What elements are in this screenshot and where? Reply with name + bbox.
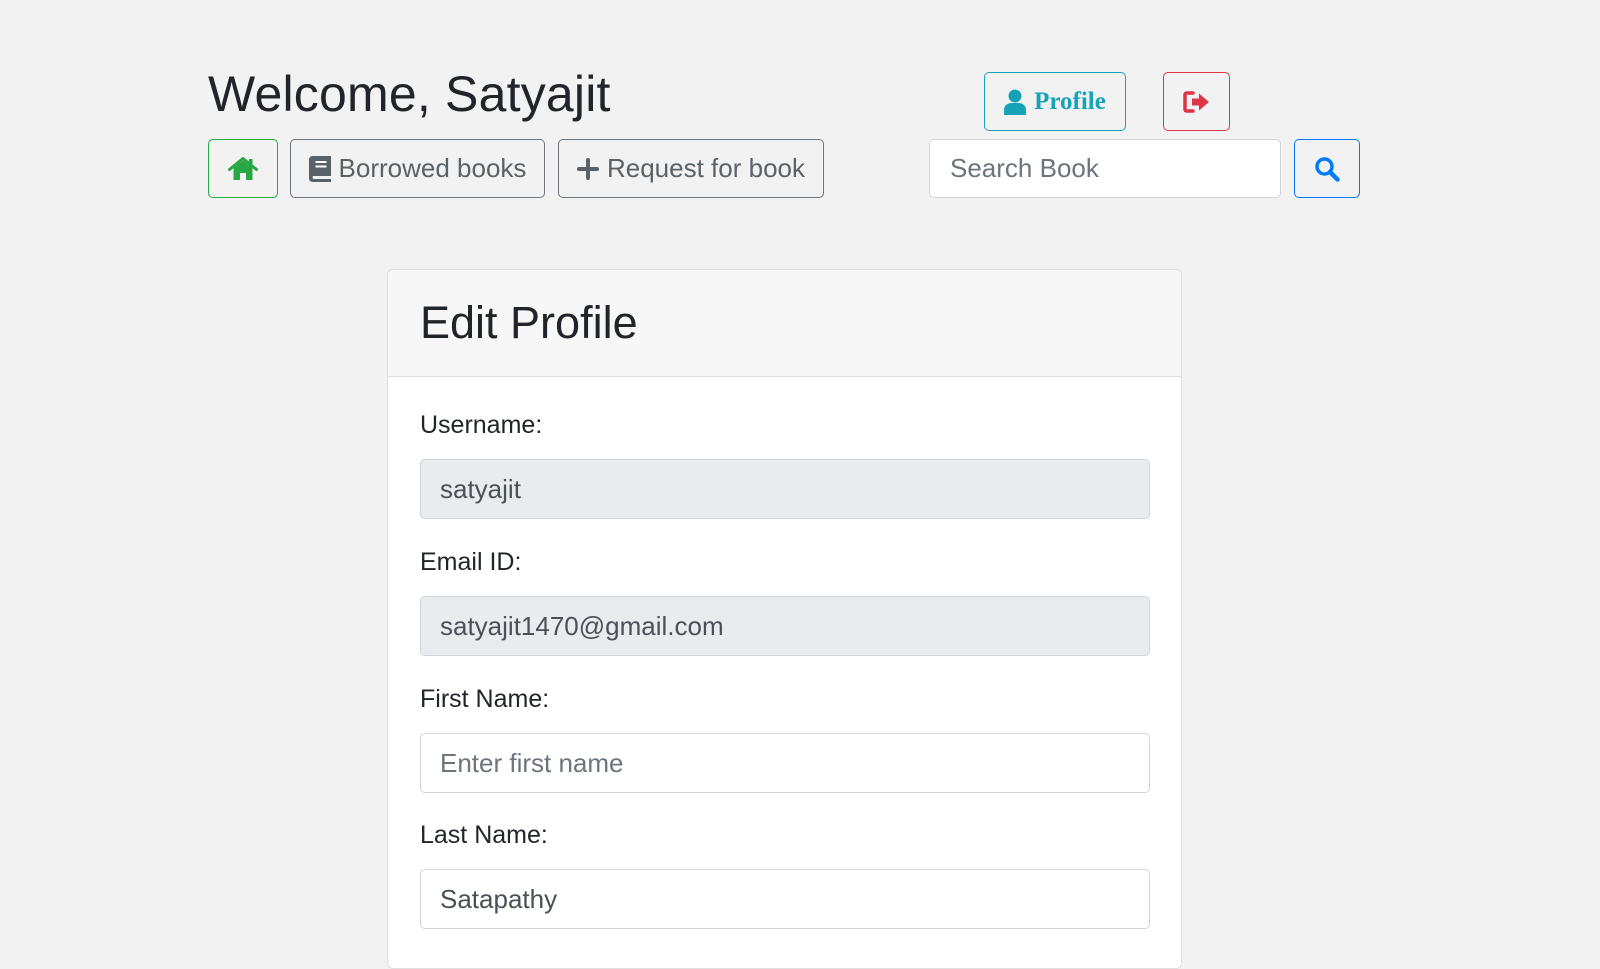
username-label: Username: (420, 411, 543, 439)
card-title: Edit Profile (420, 297, 638, 348)
home-button[interactable] (208, 139, 278, 198)
user-icon (1004, 89, 1027, 115)
sign-out-icon (1182, 90, 1211, 113)
profile-button-label: Profile (1034, 87, 1106, 115)
logout-button[interactable] (1163, 72, 1230, 131)
email-field[interactable] (420, 596, 1150, 656)
request-book-label: Request for book (606, 153, 805, 183)
first-name-field[interactable] (420, 733, 1150, 793)
home-icon (228, 156, 258, 181)
search-icon (1314, 156, 1340, 182)
search-button[interactable] (1294, 139, 1360, 198)
last-name-field[interactable] (420, 869, 1150, 929)
welcome-heading: Welcome, Satyajit (208, 66, 611, 122)
plus-icon (576, 157, 599, 180)
email-label: Email ID: (420, 548, 522, 576)
borrowed-books-button[interactable]: Borrowed books (290, 139, 545, 198)
search-input[interactable] (929, 139, 1281, 198)
request-book-button[interactable]: Request for book (558, 139, 824, 198)
profile-button[interactable]: Profile (984, 72, 1126, 131)
book-icon (308, 155, 331, 182)
card-header: Edit Profile (388, 270, 1181, 377)
first-name-label: First Name: (420, 685, 550, 713)
username-field[interactable] (420, 459, 1150, 519)
borrowed-books-label: Borrowed books (338, 153, 527, 183)
last-name-label: Last Name: (420, 821, 548, 849)
edit-profile-card: Edit Profile Username: Email ID: First N… (387, 269, 1182, 969)
